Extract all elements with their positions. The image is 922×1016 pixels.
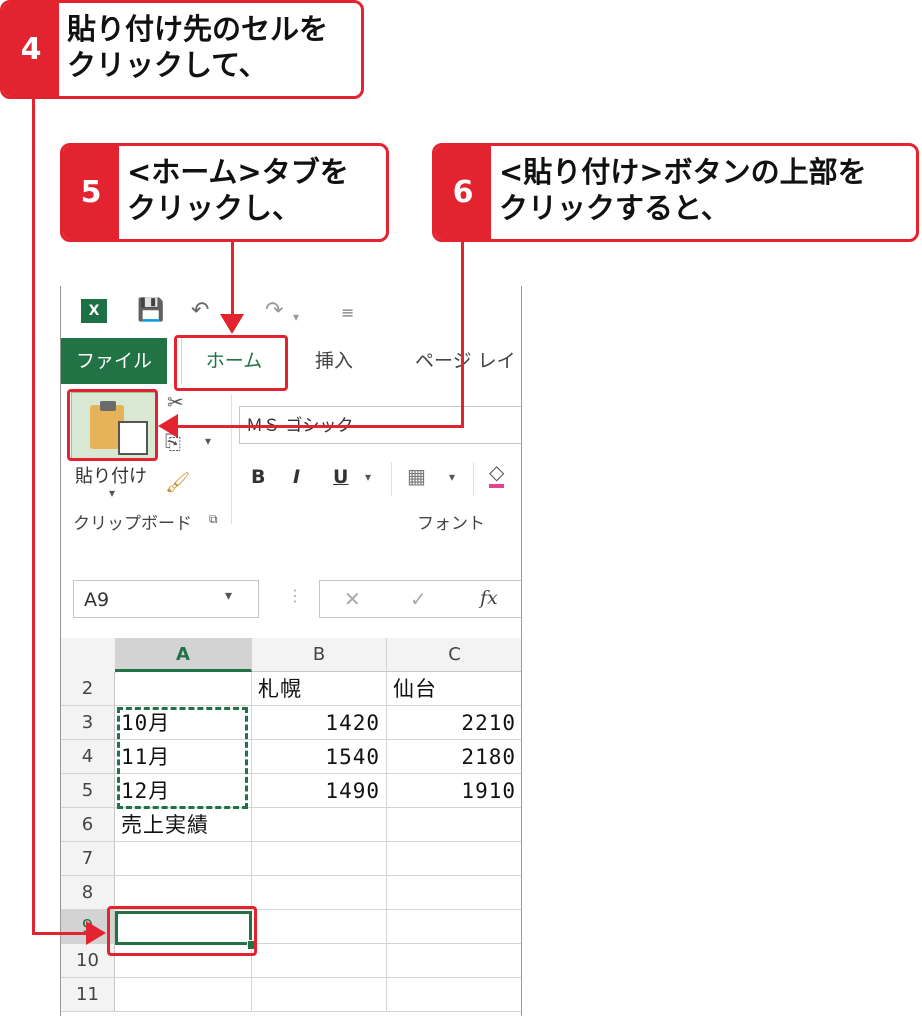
undo-icon[interactable]: ↶ [191,298,209,324]
column-header-a[interactable]: A [115,638,252,672]
highlight-target-cell [107,906,257,956]
column-header-c[interactable]: C [387,638,521,672]
cell-a2[interactable] [115,672,252,706]
step-number-6: 6 [435,146,491,239]
cell-c10[interactable] [387,944,521,978]
dialog-launcher-icon[interactable]: ⧉ [209,512,218,527]
format-painter-icon[interactable]: 🖌 [165,470,190,494]
callout-step-6: 6 <貼り付け>ボタンの上部を クリックすると、 [432,143,919,242]
connector-5-vertical [231,242,234,318]
cell-c11[interactable] [387,978,521,1012]
quick-access-toolbar: X 💾 ↶ ↷ ▾ ≡ [61,286,521,338]
cell-b11[interactable] [252,978,387,1012]
row-header[interactable]: 6 [61,808,115,842]
cell-b3[interactable]: 1420 [252,706,387,740]
cell-a6[interactable]: 売上実績 [115,808,252,842]
cell-b8[interactable] [252,876,387,910]
connector-6-vertical [461,242,464,428]
row-header[interactable]: 7 [61,842,115,876]
cell-b9[interactable] [252,910,387,944]
callout-text-5: <ホーム>タブを クリックし、 [127,155,349,225]
cell-c4[interactable]: 2180 [387,740,521,774]
border-icon[interactable]: ▦ [407,464,426,488]
chevron-down-icon[interactable]: ▾ [225,588,232,604]
italic-button[interactable]: I [293,466,300,488]
cell-c6[interactable] [387,808,521,842]
cell-c5[interactable]: 1910 [387,774,521,808]
row-header[interactable]: 3 [61,706,115,740]
callout-text-6: <貼り付け>ボタンの上部を クリックすると、 [499,155,867,225]
row-header[interactable]: 11 [61,978,115,1012]
formula-bar: A9 ▾ ⋮ ✕ ✓ fx [61,544,521,638]
highlight-paste-button [67,389,158,461]
ribbon-tabs: ファイル ホーム 挿入 ページ レイア [61,338,521,418]
tab-page-layout[interactable]: ページ レイア [415,338,521,418]
chevron-down-icon[interactable]: ▾ [449,470,455,484]
formula-controls: ✕ ✓ fx [319,580,521,618]
row-header[interactable]: 4 [61,740,115,774]
cell-b4[interactable]: 1540 [252,740,387,774]
arrow-head-icon [86,921,106,945]
connector-4-horizontal [32,932,92,935]
enter-icon[interactable]: ✓ [410,587,427,611]
underline-button[interactable]: U [333,466,348,488]
cell-c9[interactable] [387,910,521,944]
cell-a11[interactable] [115,978,252,1012]
save-icon[interactable]: 💾 [137,298,164,324]
redo-icon[interactable]: ↷ [265,298,283,324]
paste-label[interactable]: 貼り付け [75,462,147,488]
row-header[interactable]: 8 [61,876,115,910]
step-number-4: 4 [3,3,59,96]
excel-logo-icon: X [81,299,107,323]
tab-insert[interactable]: 挿入 [315,338,353,384]
cell-c2[interactable]: 仙台 [387,672,521,706]
cell-b7[interactable] [252,842,387,876]
copy-marquee [117,707,248,809]
fill-color-icon[interactable]: ◇ [489,460,505,488]
callout-text-4: 貼り付け先のセルを クリックして、 [67,12,329,82]
cell-b2[interactable]: 札幌 [252,672,387,706]
clipboard-group-label: クリップボード [73,514,192,534]
chevron-down-icon[interactable]: ▾ [205,434,211,448]
connector-4-vertical [32,99,35,935]
format-separator [473,462,474,496]
cell-c8[interactable] [387,876,521,910]
column-header-b[interactable]: B [252,638,387,672]
chevron-down-icon[interactable]: ▾ [365,470,371,484]
row-header[interactable]: 5 [61,774,115,808]
highlight-home-tab [174,335,288,391]
tab-file[interactable]: ファイル [61,338,167,384]
cell-c3[interactable]: 2210 [387,706,521,740]
bold-button[interactable]: B [251,466,265,488]
worksheet-grid[interactable]: A B C 2 札幌 仙台 3 10月 1420 2210 4 11月 1540… [61,638,521,1016]
cell-c7[interactable] [387,842,521,876]
group-separator [231,394,232,524]
cell-a8[interactable] [115,876,252,910]
insert-function-icon[interactable]: fx [480,587,498,609]
select-all-corner[interactable] [61,638,116,673]
callout-step-5: 5 <ホーム>タブを クリックし、 [60,143,389,242]
cancel-icon[interactable]: ✕ [344,587,361,611]
cut-icon[interactable]: ✂ [167,390,184,414]
arrow-head-icon [158,414,178,438]
connector-6-horizontal [176,425,464,428]
paste-dropdown-icon[interactable]: ▾ [109,486,115,500]
arrow-head-icon [220,314,244,334]
customize-qat-icon[interactable]: ≡ [341,300,354,326]
cell-b6[interactable] [252,808,387,842]
cell-b10[interactable] [252,944,387,978]
cell-a7[interactable] [115,842,252,876]
font-group-label: フォント [417,514,485,534]
chevron-down-icon[interactable]: ▾ [293,304,299,330]
format-separator [391,462,392,496]
step-number-5: 5 [63,146,119,239]
cell-b5[interactable]: 1490 [252,774,387,808]
row-header[interactable]: 2 [61,672,115,706]
more-icon: ⋮ [287,586,303,605]
callout-step-4: 4 貼り付け先のセルを クリックして、 [0,0,364,99]
